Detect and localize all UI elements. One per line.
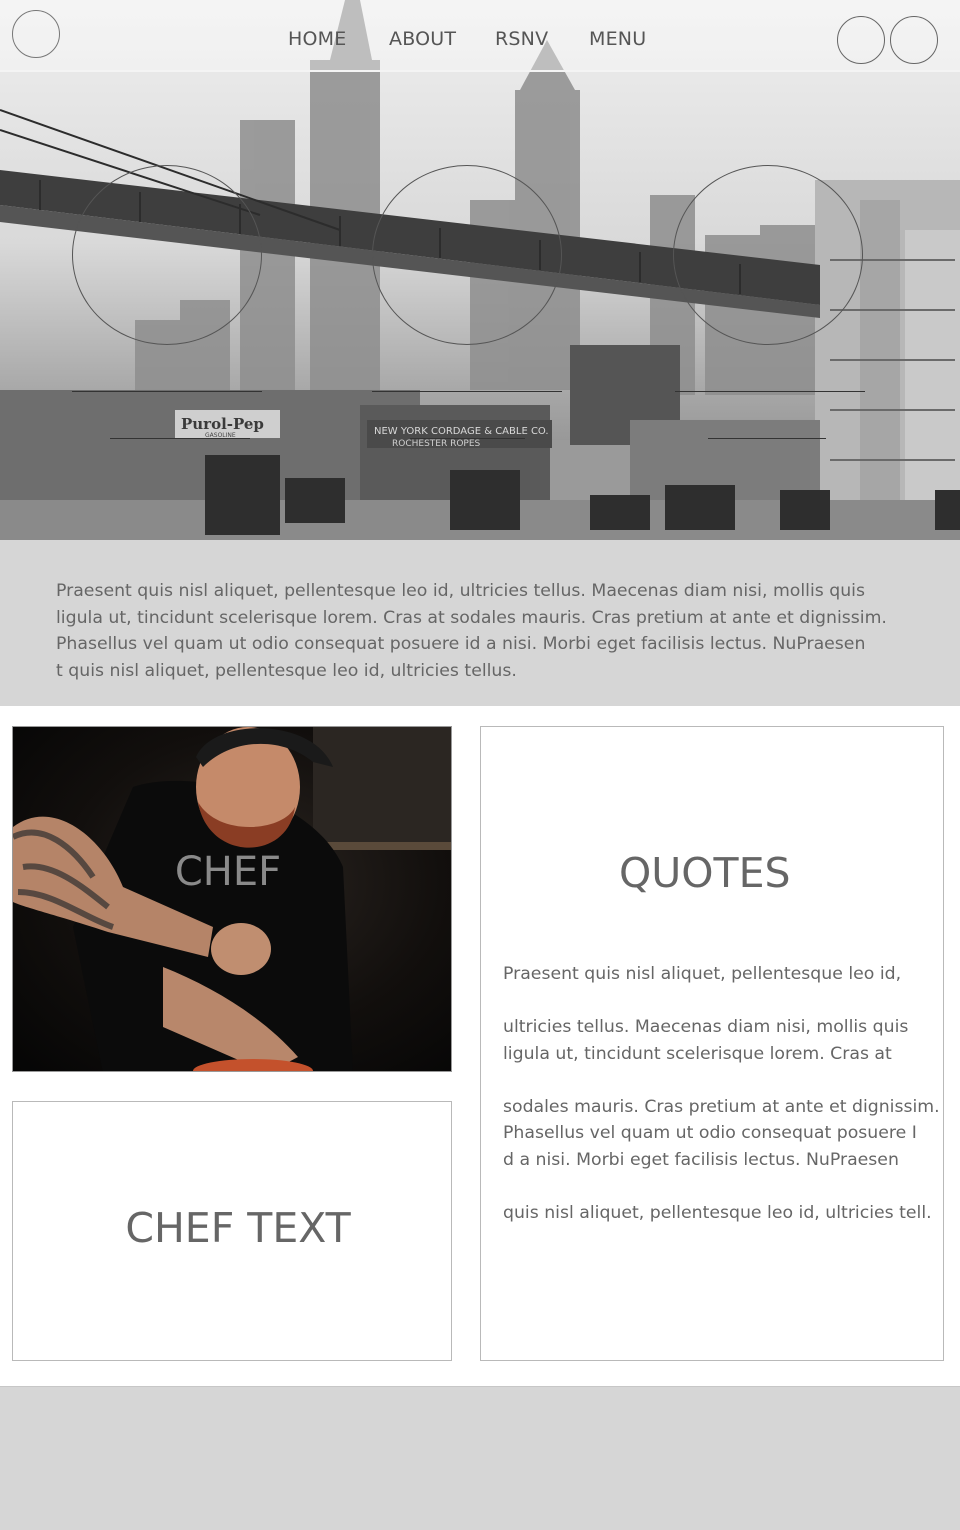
feature-circle-1[interactable] [72, 165, 262, 345]
feature-circle-2[interactable] [372, 165, 562, 345]
top-navigation-bar: HOME ABOUT RSNV MENU [0, 0, 960, 72]
sign-right: NEW YORK CORDAGE & CABLE CO. [374, 426, 549, 437]
chef-text-box: CHEF TEXT [12, 1101, 452, 1361]
sign-right-sub: ROCHESTER ROPES [392, 439, 481, 449]
chef-photo [13, 727, 451, 1071]
feature-circle-3[interactable] [673, 165, 863, 345]
quotes-box: QUOTES Praesent quis nisl aliquet, pelle… [480, 726, 944, 1361]
social-icon-1[interactable] [837, 16, 885, 64]
chef-card[interactable]: CHEF [12, 726, 452, 1072]
sign-left: Purol-Pep [181, 415, 264, 433]
feature-2-title-line [372, 391, 562, 392]
intro-text: Praesent quis nisl aliquet, pellentesque… [56, 581, 887, 681]
nav-rsnv[interactable]: RSNV [495, 28, 548, 50]
footer [0, 1386, 960, 1530]
feature-3-sub-line [708, 438, 826, 439]
chef-text-title: CHEF TEXT [125, 1204, 351, 1252]
logo-placeholder-icon[interactable] [12, 10, 60, 58]
nav-home[interactable]: HOME [288, 28, 346, 50]
feature-2-sub-line [410, 438, 525, 439]
feature-1-title-line [72, 391, 262, 392]
quotes-title: QUOTES [619, 849, 791, 897]
chef-label: CHEF [174, 849, 282, 895]
feature-3-title-line [675, 391, 865, 392]
quotes-body: Praesent quis nisl aliquet, pellentesque… [503, 964, 940, 1223]
nav-about[interactable]: ABOUT [389, 28, 456, 50]
social-icon-2[interactable] [890, 16, 938, 64]
intro-section: Praesent quis nisl aliquet, pellentesque… [0, 540, 960, 706]
feature-1-sub-line [110, 438, 250, 439]
nav-menu[interactable]: MENU [589, 28, 646, 50]
hero-section: Purol-Pep GASOLINE NEW YORK CORDAGE & CA… [0, 0, 960, 540]
